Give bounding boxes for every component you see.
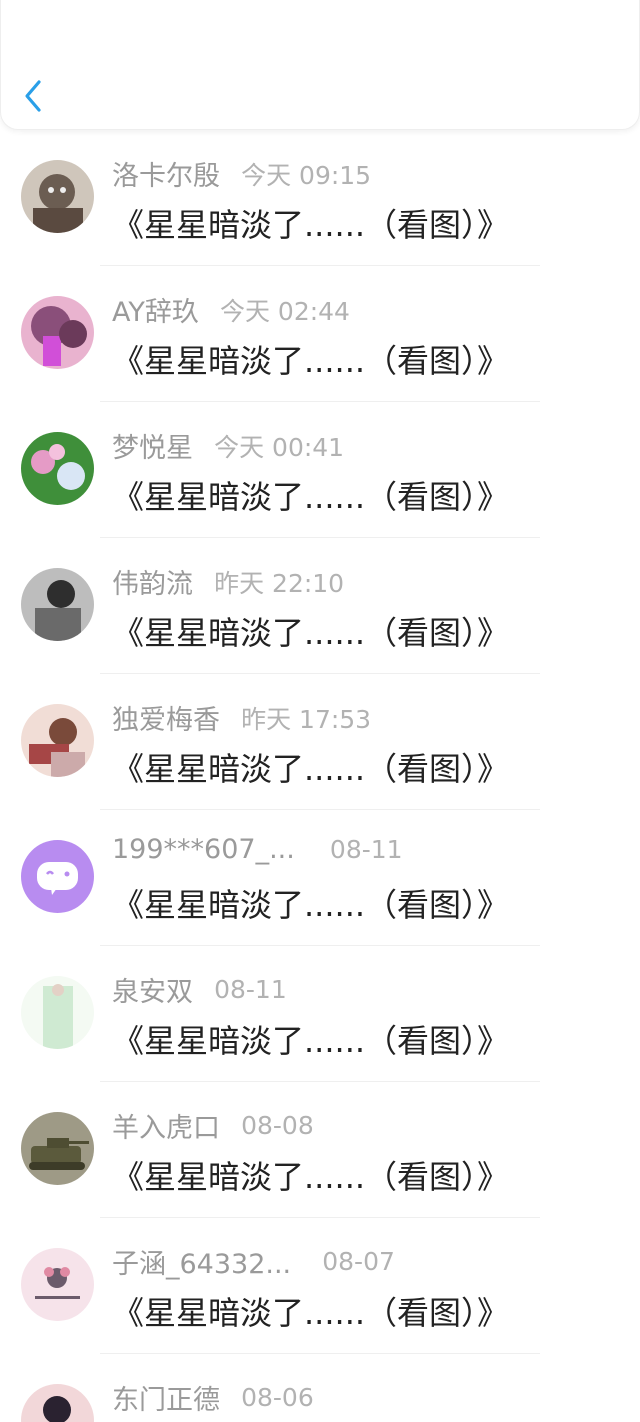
comment-author-name[interactable]: 子涵_64332... <box>112 1242 291 1281</box>
comment-author-name[interactable]: 泉安双 <box>112 970 193 1009</box>
comment-text: 《星星暗淡了......（看图）》 <box>112 1294 510 1332</box>
comment-timestamp: 08-08 <box>241 1111 314 1140</box>
chevron-left-icon <box>25 80 41 112</box>
comment-author-name[interactable]: 伟韵流 <box>112 562 193 601</box>
comment-author-name[interactable]: 洛卡尔殷 <box>112 154 220 193</box>
comment-text: 《星星暗淡了......（看图）》 <box>112 478 510 516</box>
comment-item[interactable]: 泉安双 08-11 《星星暗淡了......（看图）》 <box>0 946 640 1082</box>
comment-text: 《星星暗淡了......（看图）》 <box>112 1022 510 1060</box>
avatar[interactable] <box>21 432 94 505</box>
comment-timestamp: 今天 02:44 <box>219 296 350 326</box>
comment-timestamp: 昨天 17:53 <box>241 704 372 734</box>
comment-item[interactable]: 199***607_... 08-11 《星星暗淡了......（看图）》 <box>0 810 640 946</box>
comment-item[interactable]: 梦悦星 今天 00:41 《星星暗淡了......（看图）》 <box>0 402 640 538</box>
comment-text: 《星星暗淡了......（看图）》 <box>112 614 510 652</box>
avatar[interactable] <box>21 976 94 1049</box>
comment-timestamp: 昨天 22:10 <box>214 568 345 598</box>
avatar[interactable] <box>21 704 94 777</box>
comment-timestamp: 08-11 <box>329 835 403 864</box>
comment-timestamp: 今天 00:41 <box>214 432 345 462</box>
comment-author-name[interactable]: 独爱梅香 <box>112 698 220 737</box>
comment-text: 《星星暗淡了......（看图）》 <box>112 886 510 924</box>
avatar[interactable] <box>21 1248 94 1321</box>
back-button[interactable] <box>19 74 51 118</box>
comment-author-name[interactable]: 梦悦星 <box>112 426 193 465</box>
comment-text: 《星星暗淡了......（看图）》 <box>112 342 510 380</box>
avatar[interactable] <box>21 1384 94 1422</box>
comment-item[interactable]: AY辞玖 今天 02:44 《星星暗淡了......（看图）》 <box>0 266 640 402</box>
comment-timestamp: 今天 09:15 <box>241 160 372 190</box>
comment-item[interactable]: 子涵_64332... 08-07 《星星暗淡了......（看图）》 <box>0 1218 640 1354</box>
comment-item[interactable]: 独爱梅香 昨天 17:53 《星星暗淡了......（看图）》 <box>0 674 640 810</box>
comment-text: 《星星暗淡了......（看图）》 <box>112 750 510 788</box>
avatar[interactable] <box>21 568 94 641</box>
avatar[interactable] <box>21 160 94 233</box>
comment-author-name[interactable]: 东门正德 <box>112 1378 220 1417</box>
comment-item[interactable]: 洛卡尔殷 今天 09:15 《星星暗淡了......（看图）》 <box>0 130 640 266</box>
avatar[interactable] <box>21 1112 94 1185</box>
comment-author-name[interactable]: 羊入虎口 <box>112 1106 220 1145</box>
top-navigation-bar <box>0 0 640 130</box>
comment-timestamp: 08-07 <box>322 1247 395 1276</box>
comment-item[interactable]: 东门正德 08-06 <box>0 1354 640 1422</box>
comment-author-name[interactable]: 199***607_... <box>112 834 295 865</box>
comment-timestamp: 08-11 <box>214 975 287 1004</box>
comment-timestamp: 08-06 <box>241 1383 314 1412</box>
comment-item[interactable]: 羊入虎口 08-08 《星星暗淡了......（看图）》 <box>0 1082 640 1218</box>
comment-text: 《星星暗淡了......（看图）》 <box>112 1158 510 1196</box>
avatar[interactable] <box>21 840 94 913</box>
comment-item[interactable]: 伟韵流 昨天 22:10 《星星暗淡了......（看图）》 <box>0 538 640 674</box>
avatar[interactable] <box>21 296 94 369</box>
comment-text: 《星星暗淡了......（看图）》 <box>112 206 510 244</box>
comment-list: 洛卡尔殷 今天 09:15 《星星暗淡了......（看图）》 AY辞玖 今天 … <box>0 130 640 1422</box>
comment-author-name[interactable]: AY辞玖 <box>112 290 199 329</box>
